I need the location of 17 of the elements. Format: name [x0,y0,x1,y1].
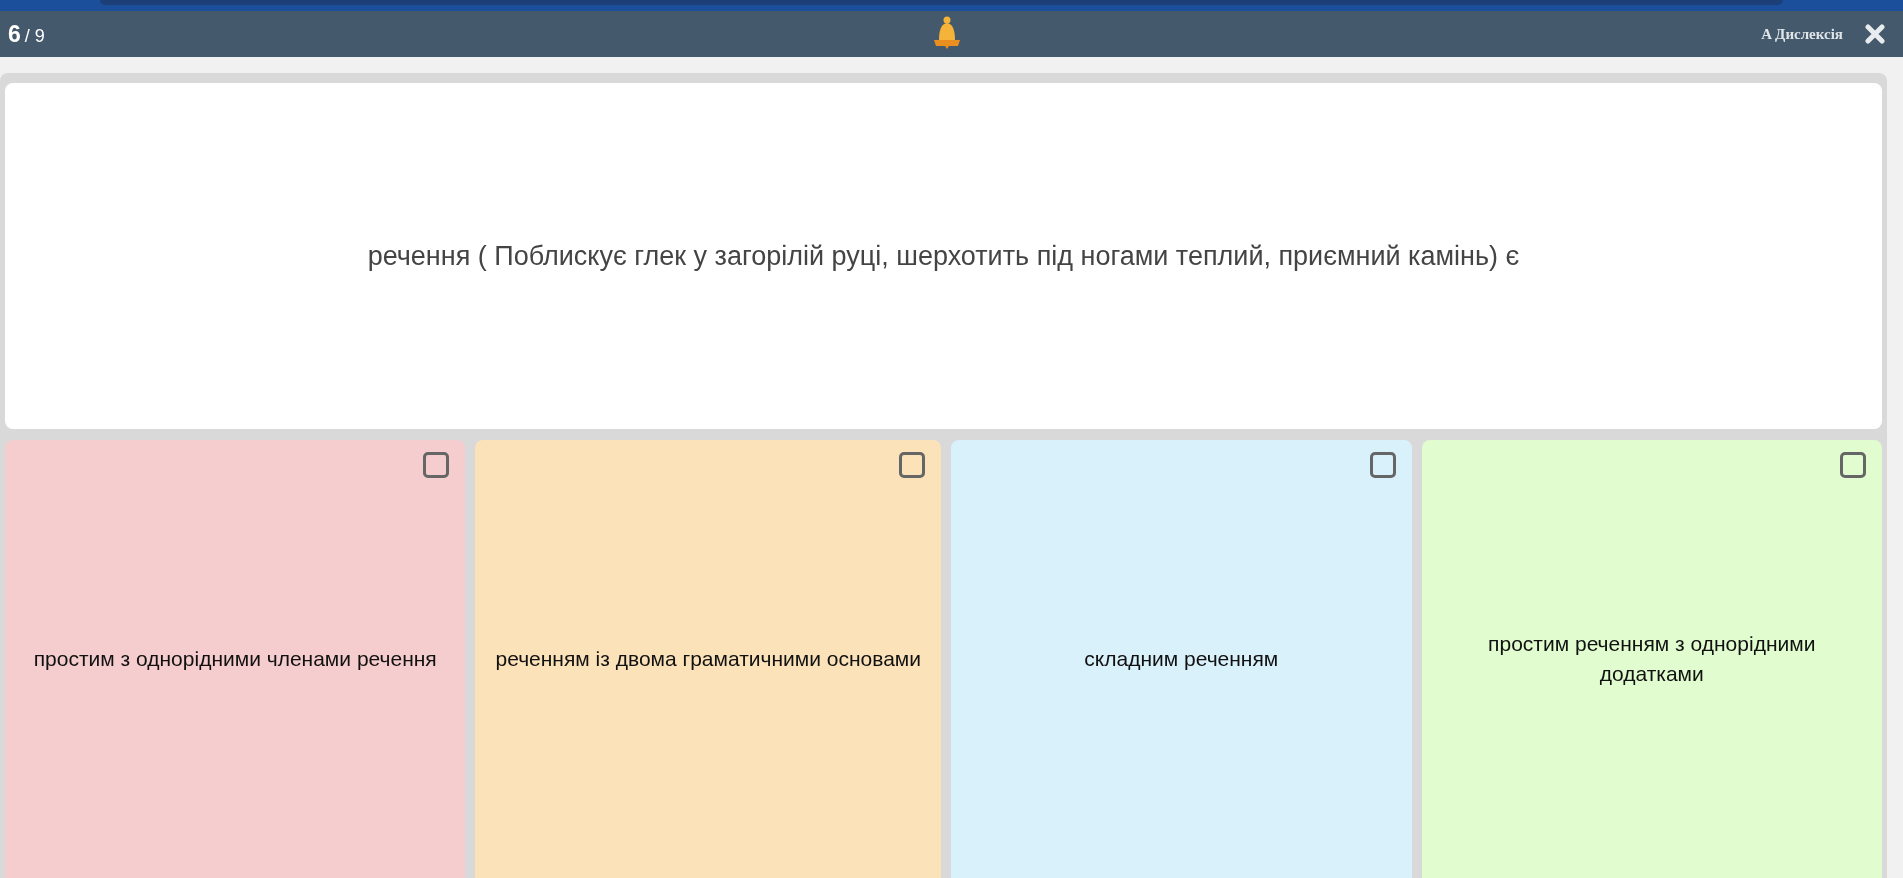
checkbox[interactable] [423,452,450,478]
answer-text: реченням із двома граматичними основами [495,645,922,672]
answer-text: простим реченням з однорідними додатками [1487,630,1817,687]
question-total: / 9 [24,25,45,47]
answer-option[interactable]: простим з однорідними членами речення [5,440,466,878]
close-icon[interactable] [1865,24,1885,44]
answer-option[interactable]: складним реченням [951,440,1412,878]
question-number: 6 [8,20,21,48]
checkbox[interactable] [899,452,926,478]
answer-option[interactable]: реченням із двома граматичними основами [475,440,942,878]
checkbox[interactable] [1840,452,1866,478]
question-text: речення ( Поблискує глек у загорілій руці, шерхотить під ногами теплий, приємний камінь) є [367,240,1520,272]
dyslexia-toggle[interactable]: A Дислексія [1761,25,1843,43]
checkbox[interactable] [1369,452,1396,478]
answer-option[interactable]: простим реченням з однорідними додатками [1421,440,1882,878]
answer-text: складним реченням [1084,645,1279,672]
answer-text: простим з однорідними членами речення [33,645,437,672]
